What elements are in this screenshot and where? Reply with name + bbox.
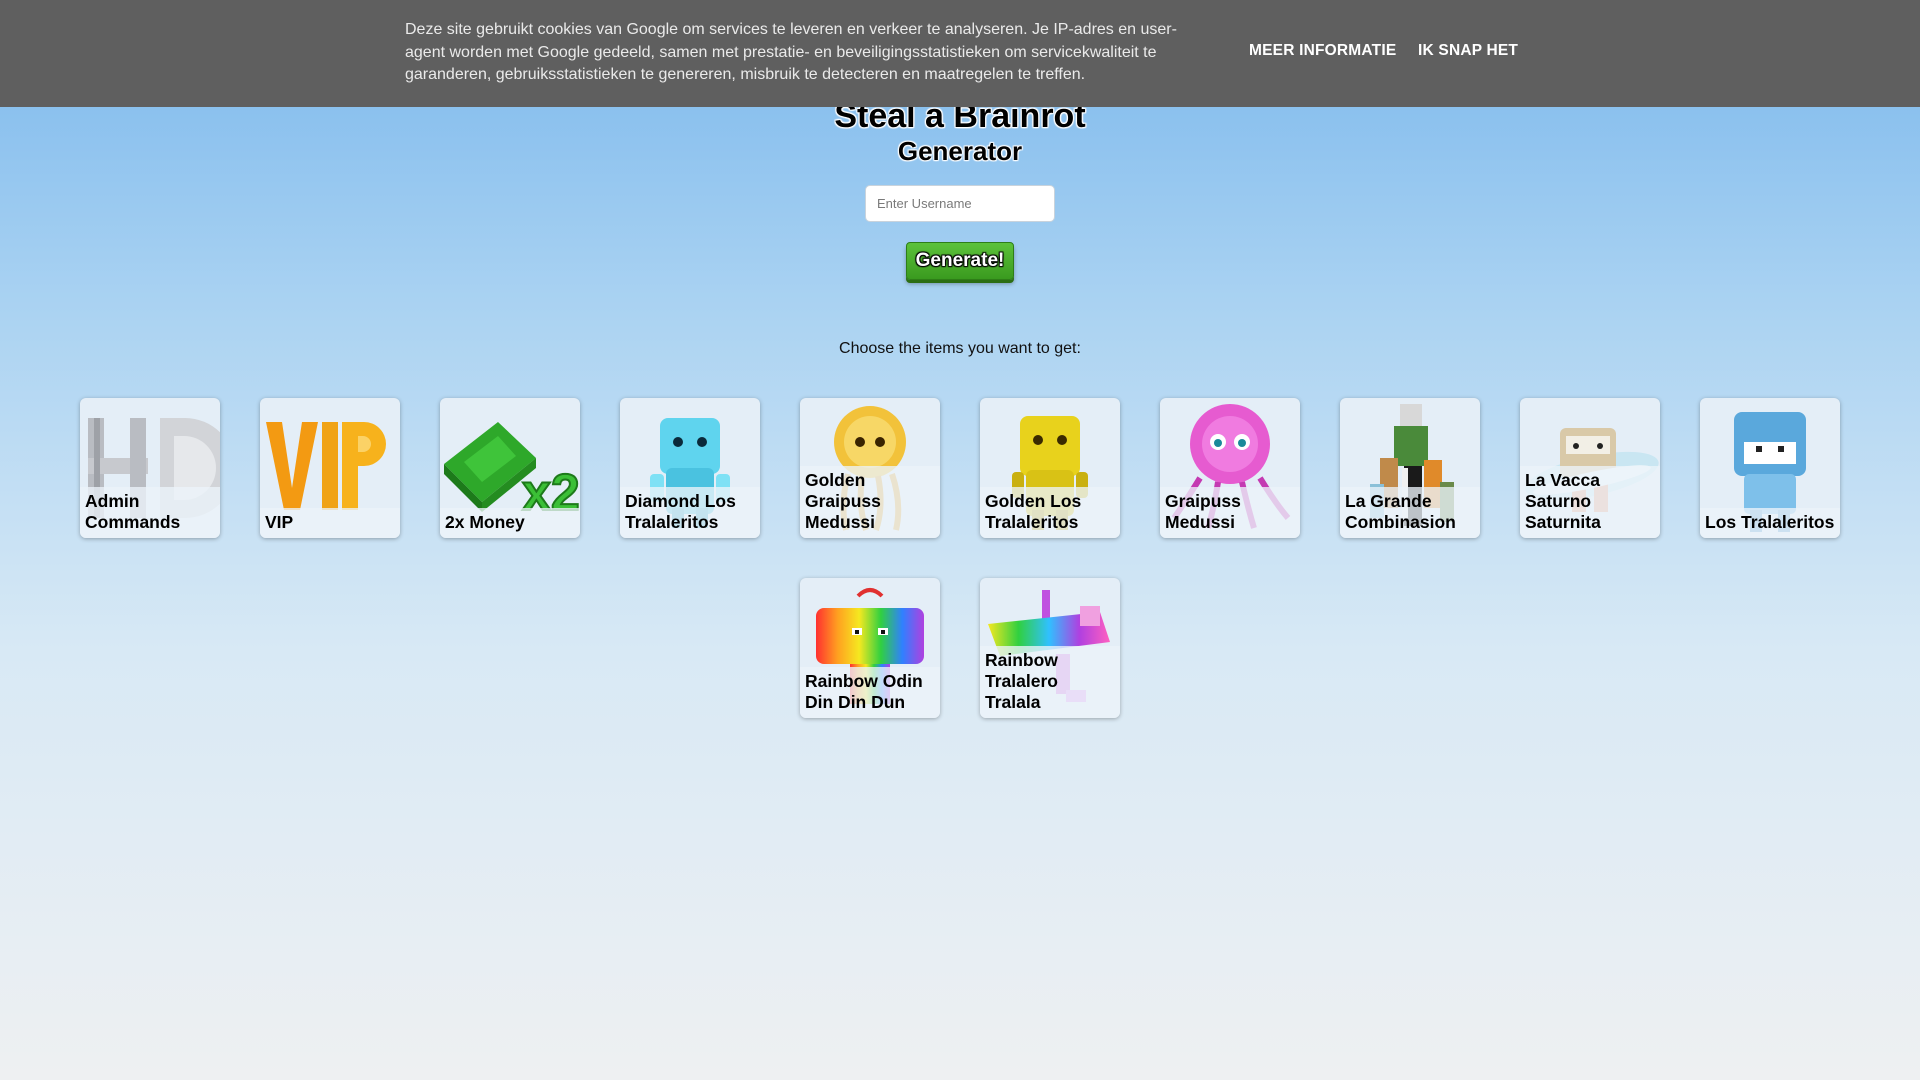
item-label: Diamond Los Tralaleritos xyxy=(620,487,760,538)
item-card-graipuss-medussi[interactable]: Graipuss Medussi xyxy=(1160,398,1300,538)
generate-button[interactable]: Generate! xyxy=(906,242,1014,280)
item-card-golden-graipuss-medussi[interactable]: Golden Graipuss Medussi xyxy=(800,398,940,538)
item-card-golden-los-tralaleritos[interactable]: Golden Los Tralaleritos xyxy=(980,398,1120,538)
item-card-los-tralaleritos[interactable]: Los Tralaleritos xyxy=(1700,398,1840,538)
item-label: Rainbow Odin Din Din Dun xyxy=(800,667,940,718)
item-card-admin-commands[interactable]: Admin Commands xyxy=(80,398,220,538)
item-card-2x-money[interactable]: x2 2x Money xyxy=(440,398,580,538)
item-label: Admin Commands xyxy=(80,487,220,538)
item-label: VIP xyxy=(260,508,400,538)
item-label: Rainbow Tralalero Tralala xyxy=(980,646,1120,718)
accept-cookies-button[interactable]: IK SNAP HET xyxy=(1418,42,1518,60)
more-info-button[interactable]: MEER INFORMATIE xyxy=(1249,42,1396,60)
cookie-notice-text: Deze site gebruikt cookies van Google om… xyxy=(405,21,1177,83)
item-label: Los Tralaleritos xyxy=(1700,508,1840,538)
page-subtitle: Generator xyxy=(897,136,1023,166)
item-label: Graipuss Medussi xyxy=(1160,487,1300,538)
item-label: Golden Graipuss Medussi xyxy=(800,466,940,538)
item-card-vip[interactable]: VIP xyxy=(260,398,400,538)
cookie-banner: Deze site gebruikt cookies van Google om… xyxy=(0,0,1920,107)
item-label: La Grande Combinasion xyxy=(1340,487,1480,538)
item-label: La Vacca Saturno Saturnita xyxy=(1520,466,1660,538)
item-card-la-vacca-saturno-saturnita[interactable]: La Vacca Saturno Saturnita xyxy=(1520,398,1660,538)
choose-items-text: Choose the items you want to get: xyxy=(839,340,1081,357)
username-input[interactable] xyxy=(865,185,1055,222)
item-card-rainbow-odin-din-din-dun[interactable]: Rainbow Odin Din Din Dun xyxy=(800,578,940,718)
item-label: 2x Money xyxy=(440,508,580,538)
item-card-diamond-los-tralaleritos[interactable]: Diamond Los Tralaleritos xyxy=(620,398,760,538)
item-label: Golden Los Tralaleritos xyxy=(980,487,1120,538)
item-card-la-grande-combinasion[interactable]: La Grande Combinasion xyxy=(1340,398,1480,538)
item-card-rainbow-tralalero-tralala[interactable]: Rainbow Tralalero Tralala xyxy=(980,578,1120,718)
